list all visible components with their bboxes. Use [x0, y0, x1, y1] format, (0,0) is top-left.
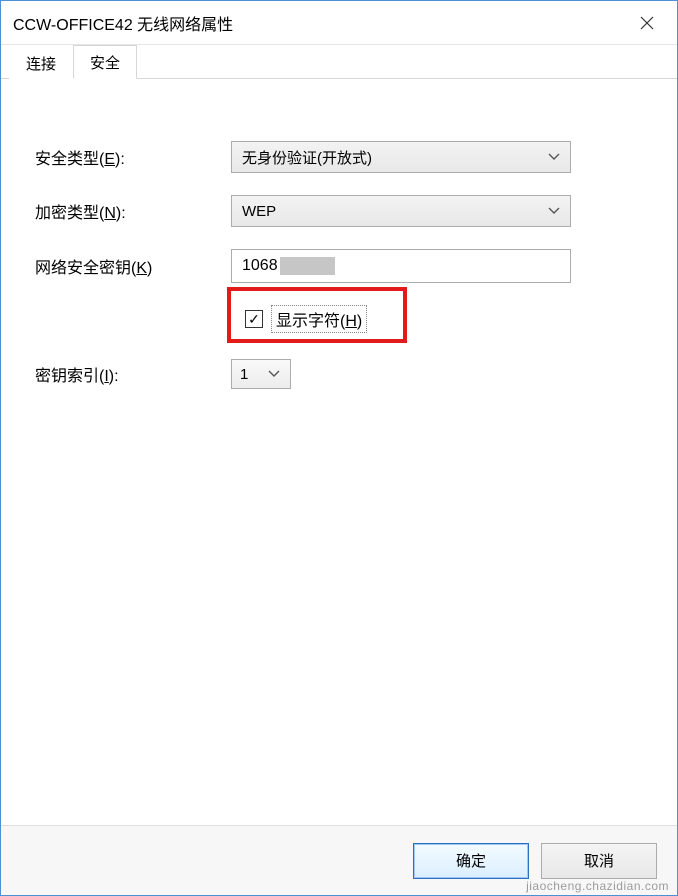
label-key-index: 密钥索引(I): — [35, 362, 231, 386]
label-security-type: 安全类型(E): — [35, 145, 231, 169]
chevron-down-icon — [548, 207, 560, 215]
close-button[interactable] — [617, 1, 677, 45]
select-key-index-value: 1 — [240, 366, 248, 383]
checkbox-box: ✓ — [245, 310, 263, 328]
chevron-down-icon — [268, 370, 280, 378]
select-security-type-value: 无身份验证(开放式) — [242, 147, 372, 168]
close-icon — [640, 16, 654, 30]
dialog-footer: 确定 取消 — [1, 825, 677, 895]
select-security-type[interactable]: 无身份验证(开放式) — [231, 141, 571, 173]
row-network-key: 网络安全密钥(K) 1068 — [35, 249, 643, 283]
label-encryption-type: 加密类型(N): — [35, 199, 231, 223]
tab-bar: 连接 安全 — [1, 45, 677, 79]
tab-security[interactable]: 安全 — [73, 45, 137, 79]
select-encryption-type-value: WEP — [242, 203, 276, 220]
dialog-window: CCW-OFFICE42 无线网络属性 连接 安全 安全类型(E): 无身份验证… — [0, 0, 678, 896]
titlebar: CCW-OFFICE42 无线网络属性 — [1, 1, 677, 45]
row-security-type: 安全类型(E): 无身份验证(开放式) — [35, 141, 643, 173]
row-show-characters: ✓ 显示字符(H) — [35, 305, 643, 333]
cancel-button[interactable]: 取消 — [541, 843, 657, 879]
label-network-key: 网络安全密钥(K) — [35, 254, 231, 278]
select-encryption-type[interactable]: WEP — [231, 195, 571, 227]
checkbox-show-characters[interactable]: ✓ 显示字符(H) — [245, 305, 367, 333]
window-title: CCW-OFFICE42 无线网络属性 — [13, 11, 617, 35]
input-network-key-masked — [280, 257, 335, 275]
checkbox-show-characters-label: 显示字符(H) — [271, 305, 367, 333]
select-key-index[interactable]: 1 — [231, 359, 291, 389]
row-key-index: 密钥索引(I): 1 — [35, 359, 643, 389]
tab-connection[interactable]: 连接 — [9, 46, 73, 79]
input-network-key-value: 1068 — [242, 257, 278, 275]
row-encryption-type: 加密类型(N): WEP — [35, 195, 643, 227]
chevron-down-icon — [548, 153, 560, 161]
tab-content-security: 安全类型(E): 无身份验证(开放式) 加密类型(N): WEP 网络安全密钥(… — [1, 79, 677, 825]
ok-button[interactable]: 确定 — [413, 843, 529, 879]
input-network-key[interactable]: 1068 — [231, 249, 571, 283]
